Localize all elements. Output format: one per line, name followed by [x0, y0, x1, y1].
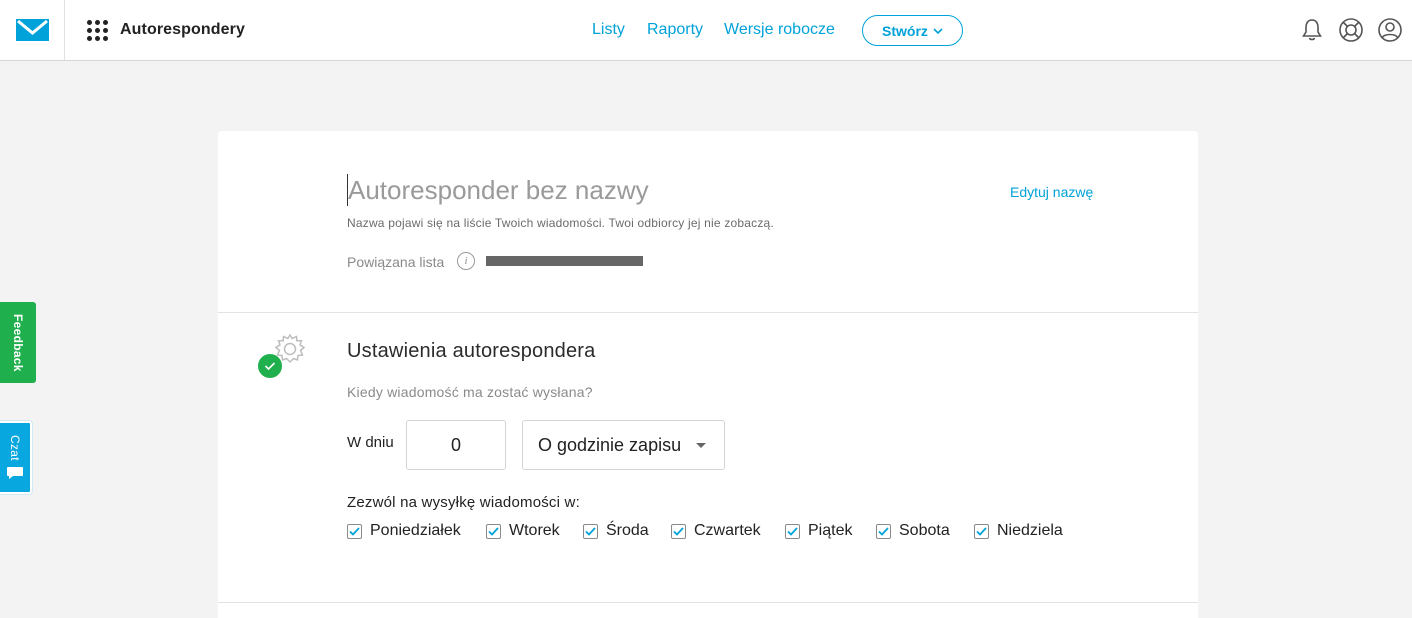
bell-icon[interactable]	[1299, 17, 1325, 43]
day-checkbox-tuesday[interactable]: Wtorek	[486, 522, 560, 540]
app-title: Autorespondery	[120, 21, 245, 38]
settings-title: Ustawienia autorespondera	[347, 340, 596, 362]
allowed-days-label: Zezwól na wysyłkę wiadomości w:	[347, 494, 580, 511]
help-icon[interactable]	[1338, 17, 1364, 43]
account-icon[interactable]	[1377, 17, 1403, 43]
info-icon[interactable]: i	[457, 252, 475, 270]
checkbox-checked-icon[interactable]	[974, 523, 989, 539]
day-checkbox-sunday[interactable]: Niedziela	[974, 522, 1063, 540]
autoresponder-name-input[interactable]	[347, 174, 967, 206]
day-label: W dniu	[347, 434, 394, 451]
day-label-saturday: Sobota	[899, 522, 950, 539]
checkbox-checked-icon[interactable]	[583, 523, 598, 539]
feedback-tab-label: Feedback	[11, 313, 25, 372]
edit-name-link[interactable]: Edytuj nazwę	[1010, 184, 1093, 200]
day-checkbox-saturday[interactable]: Sobota	[876, 522, 950, 540]
day-checkbox-monday[interactable]: Poniedziałek	[347, 522, 461, 540]
day-number-input[interactable]	[406, 420, 506, 470]
settings-section-icon	[258, 331, 310, 381]
autoresponder-card: Edytuj nazwę Nazwa pojawi się na liście …	[218, 131, 1198, 618]
feedback-tab[interactable]: Feedback	[0, 302, 36, 383]
linked-list-label: Powiązana lista	[347, 254, 445, 270]
day-checkbox-friday[interactable]: Piątek	[785, 522, 852, 540]
checkbox-checked-icon[interactable]	[671, 523, 686, 539]
top-bar: Autorespondery Listy Raporty Wersje robo…	[0, 0, 1412, 61]
envelope-logo-icon	[15, 19, 49, 41]
checkbox-checked-icon[interactable]	[347, 523, 362, 539]
day-label-thursday: Czwartek	[694, 522, 761, 539]
chat-tab[interactable]: Czat	[0, 421, 32, 494]
logo[interactable]	[0, 0, 65, 60]
caret-down-icon	[696, 443, 706, 448]
day-checkbox-thursday[interactable]: Czwartek	[671, 522, 761, 540]
name-hint: Nazwa pojawi się na liście Twoich wiadom…	[347, 216, 774, 230]
day-label-sunday: Niedziela	[997, 522, 1063, 539]
day-checkbox-wednesday[interactable]: Środa	[583, 522, 649, 540]
nav-drafts[interactable]: Wersje robocze	[724, 21, 835, 39]
create-button[interactable]: Stwórz	[862, 15, 963, 46]
section-divider	[218, 312, 1198, 313]
day-label-monday: Poniedziałek	[370, 522, 461, 539]
section-divider	[218, 602, 1198, 603]
nav-lists[interactable]: Listy	[592, 21, 625, 39]
checkbox-checked-icon[interactable]	[785, 523, 800, 539]
chat-bubble-icon	[7, 467, 23, 480]
chevron-down-icon	[933, 27, 943, 34]
create-button-label: Stwórz	[882, 22, 928, 39]
send-time-question: Kiedy wiadomość ma zostać wysłana?	[347, 384, 593, 400]
day-label-tuesday: Wtorek	[509, 522, 560, 539]
chat-tab-label: Czat	[8, 434, 22, 461]
day-label-wednesday: Środa	[606, 522, 649, 539]
linked-list-value-redacted[interactable]	[486, 256, 643, 266]
apps-grid-icon[interactable]	[87, 20, 108, 41]
send-time-select[interactable]: O godzinie zapisu	[522, 420, 725, 470]
checkbox-checked-icon[interactable]	[486, 523, 501, 539]
send-time-selected: O godzinie zapisu	[538, 434, 682, 455]
checkbox-checked-icon[interactable]	[876, 523, 891, 539]
gear-icon	[258, 333, 306, 378]
day-label-friday: Piątek	[808, 522, 853, 539]
nav-reports[interactable]: Raporty	[647, 21, 703, 39]
